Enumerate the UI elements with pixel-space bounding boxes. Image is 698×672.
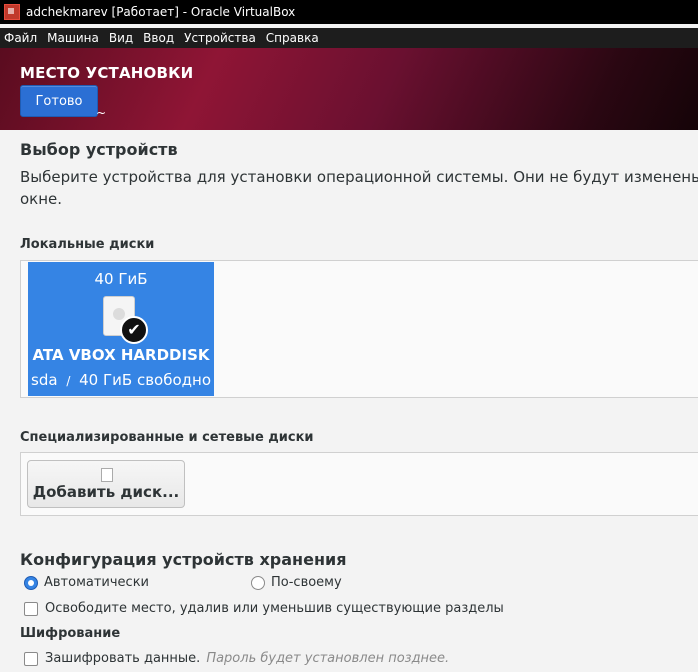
encrypt-label: Зашифровать данные. (45, 651, 201, 666)
menu-input[interactable]: Ввод (139, 31, 180, 45)
network-disks-heading: Специализированные и сетевые диски (20, 430, 314, 445)
menu-view[interactable]: Вид (105, 31, 139, 45)
virtualbox-icon (4, 4, 20, 20)
radio-automatic[interactable]: Автоматически (24, 575, 149, 590)
encrypt-hint: Пароль будет установлен позднее. (206, 651, 450, 666)
mouse-cursor-icon: ~ (96, 106, 107, 120)
disk-card-sda[interactable]: 40 ГиБ ✔ ATA VBOX HARDDISK sda / 40 ГиБ … (28, 262, 214, 396)
radio-custom-control[interactable] (251, 575, 265, 590)
disk-details: sda / 40 ГиБ свободно (28, 371, 214, 389)
disk-size: 40 ГиБ (94, 270, 148, 288)
window-titlebar: adchekmarev [Работает] - Oracle VirtualB… (0, 0, 698, 24)
add-disk-button[interactable]: Добавить диск... (27, 460, 185, 508)
menu-bar: Файл Машина Вид Ввод Устройства Справка (0, 28, 698, 48)
disk-name: ATA VBOX HARDDISK (32, 346, 210, 364)
disk-icon (101, 468, 113, 482)
encryption-heading: Шифрование (20, 626, 121, 641)
free-space-checkbox[interactable] (24, 601, 38, 616)
main-content: Выбор устройств Выберите устройства для … (0, 130, 698, 672)
local-disks-heading: Локальные диски (20, 237, 155, 252)
free-space-label: Освободите место, удалив или уменьшив су… (45, 601, 504, 616)
radio-automatic-control[interactable] (24, 575, 38, 590)
radio-automatic-label: Автоматически (44, 575, 150, 590)
encrypt-checkbox[interactable] (24, 651, 38, 666)
disk-separator: / (66, 374, 71, 388)
local-disks-panel: 40 ГиБ ✔ ATA VBOX HARDDISK sda / 40 ГиБ … (20, 260, 698, 398)
done-button[interactable]: Готово (20, 85, 98, 117)
menu-help[interactable]: Справка (262, 31, 325, 45)
page-title: МЕСТО УСТАНОВКИ (20, 64, 194, 82)
checkmark-icon: ✔ (120, 316, 148, 344)
radio-custom[interactable]: По-своему (251, 575, 342, 590)
disk-device: sda (31, 371, 58, 389)
devices-description: Выберите устройства для установки операц… (20, 166, 698, 210)
devices-description-line1: Выберите устройства для установки операц… (20, 168, 698, 186)
menu-machine[interactable]: Машина (43, 31, 105, 45)
devices-title: Выбор устройств (20, 140, 178, 159)
storage-config-title: Конфигурация устройств хранения (20, 550, 347, 569)
radio-custom-label: По-своему (271, 575, 342, 590)
free-space-option[interactable]: Освободите место, удалив или уменьшив су… (24, 601, 504, 616)
encrypt-option[interactable]: Зашифровать данные. Пароль будет установ… (24, 651, 449, 666)
network-disks-panel: Добавить диск... (20, 452, 698, 516)
installer-header: МЕСТО УСТАНОВКИ Готово ~ (0, 48, 698, 130)
menu-devices[interactable]: Устройства (180, 31, 262, 45)
devices-description-line2: окне. (20, 190, 63, 208)
window-title: adchekmarev [Работает] - Oracle VirtualB… (26, 5, 296, 19)
menu-file[interactable]: Файл (0, 31, 43, 45)
disk-free: 40 ГиБ свободно (79, 371, 211, 389)
add-disk-label: Добавить диск... (32, 483, 180, 501)
